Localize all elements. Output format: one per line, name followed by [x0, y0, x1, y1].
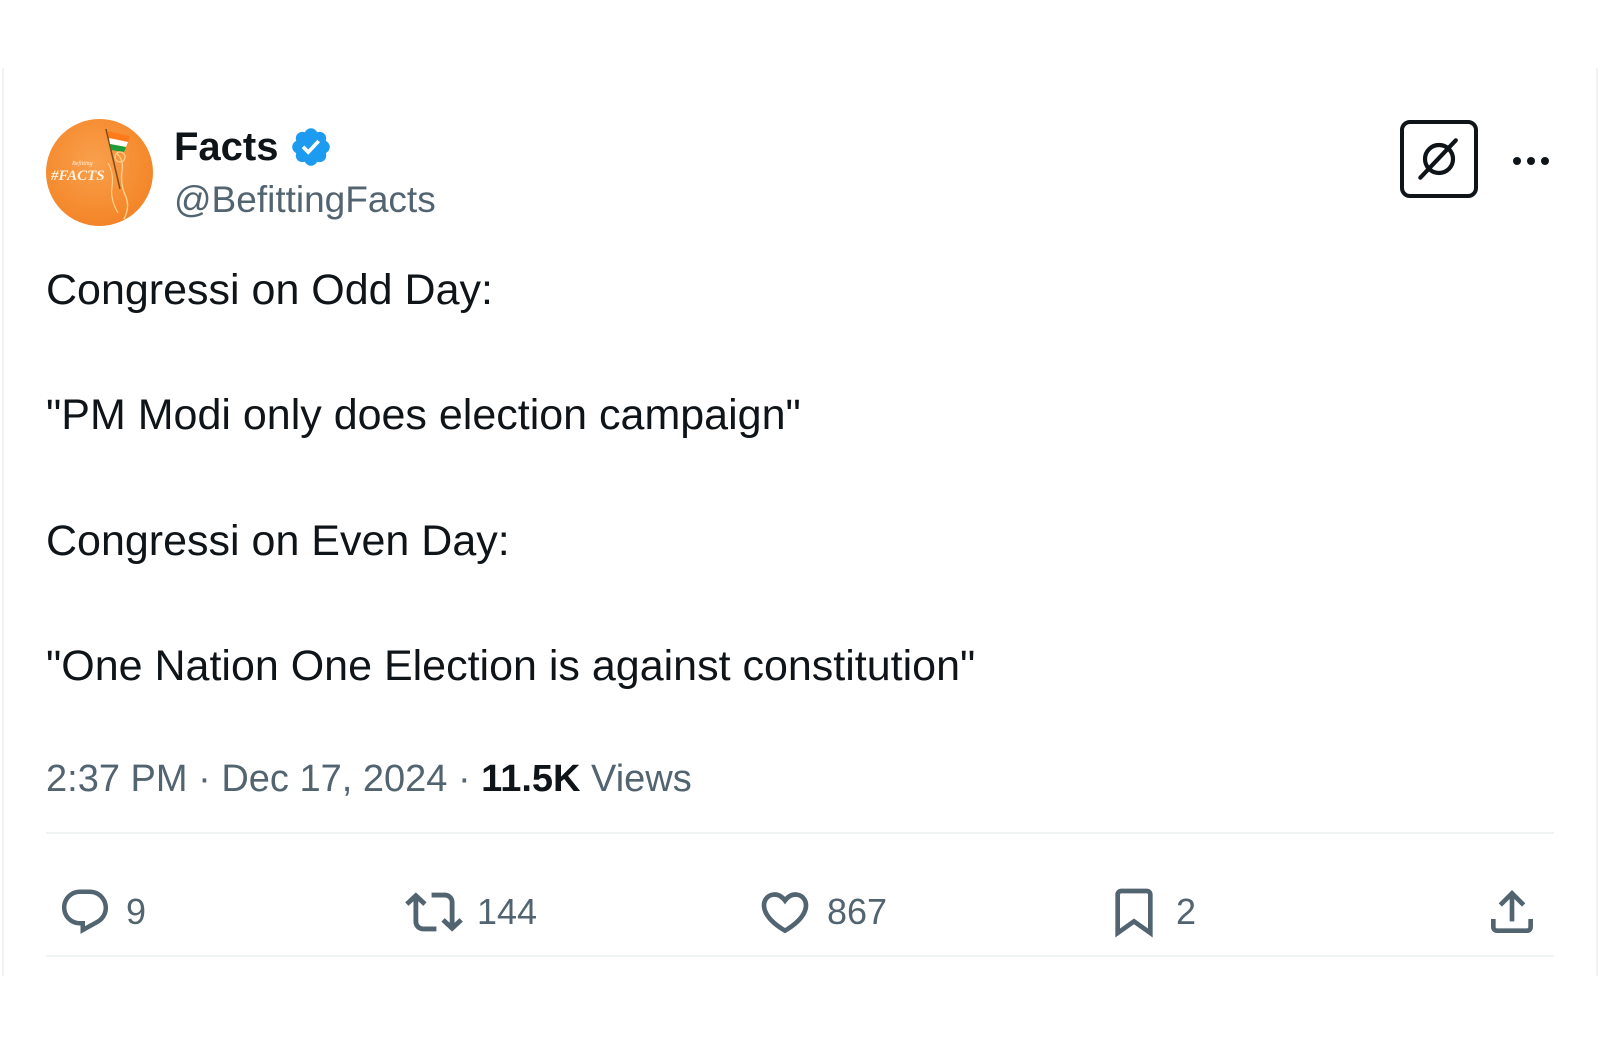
meta-separator: ·	[457, 758, 471, 800]
divider	[46, 832, 1554, 834]
meta-separator: ·	[198, 758, 211, 800]
tweet-date[interactable]: Dec 17, 2024	[221, 758, 447, 800]
reply-button[interactable]: 9	[58, 884, 146, 940]
views-label[interactable]: Views	[591, 758, 692, 800]
tweet-text-line: "One Nation One Election is against cons…	[46, 642, 976, 690]
share-button[interactable]	[1484, 884, 1540, 940]
bookmark-button[interactable]: 2	[1106, 884, 1196, 940]
heart-icon	[761, 892, 809, 934]
tweet-meta: 2:37 PM · Dec 17, 2024 · 11.5K Views	[46, 756, 692, 802]
like-button[interactable]: 867	[757, 884, 887, 940]
tweet-text-line: Congressi on Even Day:	[46, 517, 510, 565]
author-handle[interactable]: @BefittingFacts	[174, 178, 436, 222]
tweet-text-line: Congressi on Odd Day:	[46, 266, 493, 314]
verified-badge-icon[interactable]	[289, 125, 333, 169]
svg-text:#FACTS: #FACTS	[50, 168, 105, 184]
repost-icon	[405, 892, 463, 932]
share-icon	[1491, 890, 1533, 933]
repost-button[interactable]: 144	[405, 884, 537, 940]
svg-text:Befitting: Befitting	[72, 160, 93, 167]
like-count: 867	[827, 891, 888, 932]
avatar-image: Befitting #FACTS	[50, 128, 130, 220]
tweet-time[interactable]: 2:37 PM	[46, 758, 188, 800]
reply-count: 9	[126, 891, 147, 932]
views-count[interactable]: 11.5K	[481, 758, 580, 800]
tweet-text-line: "PM Modi only does election campaign"	[46, 391, 801, 439]
bookmark-count: 2	[1176, 891, 1197, 932]
reply-icon	[61, 889, 109, 934]
divider	[46, 955, 1554, 957]
bookmark-icon	[1115, 888, 1153, 938]
author-avatar[interactable]: Befitting #FACTS	[46, 119, 153, 226]
repost-count: 144	[477, 891, 538, 932]
grok-icon	[1418, 138, 1458, 180]
grok-button[interactable]	[1400, 120, 1478, 198]
author-display-name[interactable]: Facts	[174, 124, 279, 170]
more-options-button[interactable]	[1508, 138, 1554, 184]
author-name-row[interactable]: Facts	[174, 124, 333, 170]
more-options-icon	[1513, 157, 1549, 165]
